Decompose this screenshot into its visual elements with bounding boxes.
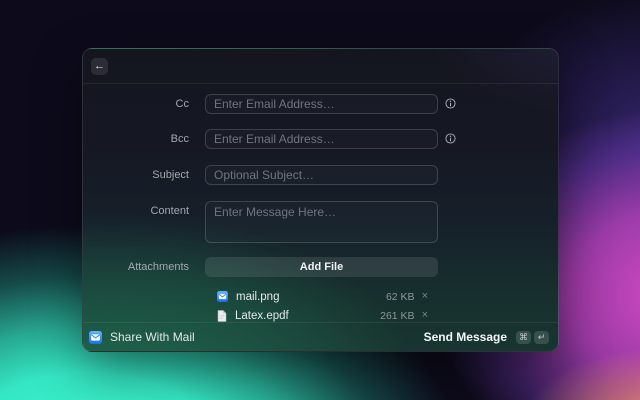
attachment-item: mail.png 62 KB ×: [205, 288, 438, 305]
desktop-background: { "window": { "header": { "back_icon": "…: [0, 0, 640, 400]
cc-field-row: Cc: [83, 94, 558, 114]
action-bar: Share With Mail Send Message ⌘ ↵: [83, 322, 558, 351]
content-label: Content: [150, 205, 189, 217]
back-arrow-icon: ←: [94, 59, 105, 72]
back-button[interactable]: ←: [91, 57, 108, 75]
attachment-filename: Latex.epdf: [235, 309, 289, 322]
remove-attachment-icon[interactable]: ×: [422, 310, 428, 321]
subject-label: Subject: [152, 169, 189, 181]
bcc-input[interactable]: [205, 129, 438, 149]
mail-app-icon: [217, 291, 228, 302]
bcc-label: Bcc: [170, 133, 189, 145]
subject-input[interactable]: [205, 165, 438, 185]
content-field-row: Content: [83, 201, 558, 243]
attachments-label: Attachments: [127, 261, 189, 273]
return-key-icon: ↵: [534, 330, 549, 344]
command-key-icon: ⌘: [516, 330, 531, 344]
remove-attachment-icon[interactable]: ×: [422, 291, 428, 302]
bcc-field-row: Bcc: [83, 129, 558, 149]
mail-app-icon: [89, 330, 102, 344]
share-with-mail-window: ← Cc Bcc Subject Content Attachments Add…: [82, 48, 559, 352]
attachment-filesize: 62 KB: [385, 290, 415, 303]
cc-input[interactable]: [205, 94, 438, 114]
add-file-button[interactable]: Add File: [205, 257, 438, 277]
info-icon[interactable]: [445, 133, 456, 144]
attachment-filename: mail.png: [236, 290, 280, 303]
content-textarea[interactable]: [205, 201, 438, 243]
info-icon[interactable]: [445, 98, 456, 109]
attachments-row: Attachments Add File: [83, 257, 558, 277]
subject-field-row: Subject: [83, 165, 558, 185]
send-message-button[interactable]: Send Message: [424, 330, 507, 344]
app-name: Share With Mail: [110, 330, 195, 344]
window-header: ←: [83, 49, 558, 84]
cc-label: Cc: [175, 98, 189, 110]
attachment-filesize: 261 KB: [380, 309, 415, 322]
document-icon: [217, 309, 227, 322]
